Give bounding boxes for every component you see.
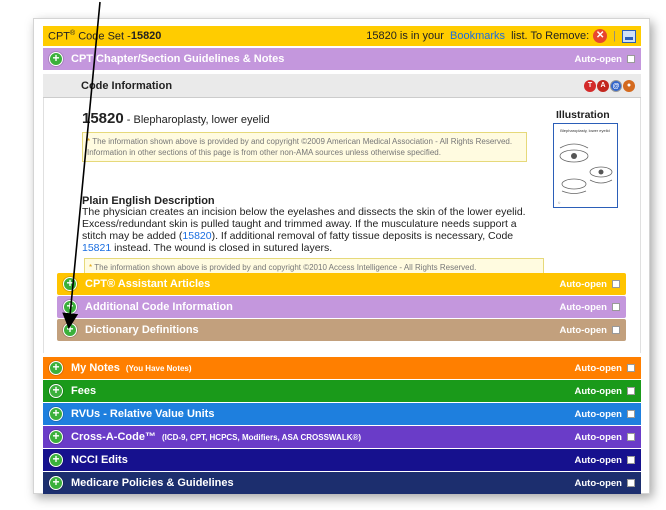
section-additional-code-info[interactable]: + Additional Code Information Auto-open: [57, 296, 626, 318]
globe-icon[interactable]: @: [610, 79, 622, 92]
expand-icon[interactable]: +: [49, 430, 63, 444]
auto-open-checkbox[interactable]: [627, 433, 635, 441]
auto-open-toggle[interactable]: Auto-open: [575, 363, 635, 374]
section-label: NCCI Edits: [71, 454, 128, 466]
bookmarks-link[interactable]: Bookmarks: [450, 30, 505, 42]
section-label: Medicare Policies & Guidelines: [71, 477, 234, 489]
expand-icon[interactable]: +: [49, 453, 63, 467]
section-ncci-edits[interactable]: + NCCI Edits Auto-open: [43, 449, 641, 471]
code-set-label: CPT® Code Set -: [48, 29, 131, 43]
print-icon[interactable]: [622, 29, 636, 43]
auto-open-checkbox[interactable]: [627, 456, 635, 464]
ama-copyright-note: * The information shown above is provide…: [82, 132, 527, 162]
section-label: CPT® Assistant Articles: [85, 278, 211, 290]
code-title: 15820 - Blepharoplasty, lower eyelid: [82, 110, 270, 127]
section-medicare-policies[interactable]: + Medicare Policies & Guidelines Auto-op…: [43, 472, 641, 494]
section-label: Dictionary Definitions: [85, 324, 199, 336]
expand-icon[interactable]: +: [49, 407, 63, 421]
illustration-title: Illustration: [556, 109, 610, 121]
section-label: Fees: [71, 385, 97, 397]
auto-open-toggle[interactable]: Auto-open: [575, 455, 635, 466]
remove-bookmark-icon[interactable]: ✕: [593, 29, 608, 43]
auto-open-toggle[interactable]: Auto-open: [575, 54, 635, 65]
section-label: Code Information: [81, 79, 173, 92]
section-guidelines[interactable]: + CPT Chapter/Section Guidelines & Notes…: [43, 48, 641, 70]
auto-open-toggle[interactable]: Auto-open: [575, 432, 635, 443]
expand-icon[interactable]: +: [49, 361, 63, 375]
a-icon[interactable]: A: [597, 79, 609, 92]
section-label: My Notes (You Have Notes): [71, 362, 192, 374]
auto-open-toggle[interactable]: Auto-open: [560, 279, 620, 290]
code-link-15821[interactable]: 15821: [82, 242, 111, 254]
auto-open-toggle[interactable]: Auto-open: [575, 409, 635, 420]
illustration-caption: Blepharoplasty, lower eyelid: [560, 128, 610, 133]
section-cpt-assistant[interactable]: + CPT® Assistant Articles Auto-open: [57, 273, 626, 295]
code-info-icons: T A @ ●: [584, 79, 635, 92]
auto-open-checkbox[interactable]: [627, 55, 635, 63]
auto-open-toggle[interactable]: Auto-open: [560, 302, 620, 313]
section-label: CPT Chapter/Section Guidelines & Notes: [71, 53, 285, 65]
auto-open-checkbox[interactable]: [627, 364, 635, 372]
illustration-image[interactable]: Blepharoplasty, lower eyelid ©: [553, 123, 618, 208]
expand-icon[interactable]: +: [63, 323, 77, 337]
section-dictionary-definitions[interactable]: + Dictionary Definitions Auto-open: [57, 319, 626, 341]
section-fees[interactable]: + Fees Auto-open: [43, 380, 641, 402]
t-icon[interactable]: T: [584, 79, 596, 92]
plain-english-description: The physician creates an incision below …: [82, 206, 526, 254]
expand-icon[interactable]: +: [49, 384, 63, 398]
auto-open-checkbox[interactable]: [627, 479, 635, 487]
section-label: RVUs - Relative Value Units: [71, 408, 215, 420]
bookmark-status: 15820 is in your Bookmarks list. To Remo…: [366, 30, 590, 42]
section-my-notes[interactable]: + My Notes (You Have Notes) Auto-open: [43, 357, 641, 379]
expand-icon[interactable]: +: [63, 277, 77, 291]
expand-icon[interactable]: +: [49, 52, 63, 66]
code-link-15820[interactable]: 15820: [182, 230, 211, 242]
section-rvus[interactable]: + RVUs - Relative Value Units Auto-open: [43, 403, 641, 425]
auto-open-checkbox[interactable]: [612, 280, 620, 288]
auto-open-checkbox[interactable]: [612, 326, 620, 334]
auto-open-checkbox[interactable]: [627, 410, 635, 418]
auto-open-checkbox[interactable]: [627, 387, 635, 395]
section-code-information[interactable]: Code Information T A @ ●: [43, 74, 641, 98]
auto-open-toggle[interactable]: Auto-open: [560, 325, 620, 336]
expand-icon[interactable]: +: [63, 300, 77, 314]
svg-text:©: ©: [558, 201, 561, 205]
auto-open-toggle[interactable]: Auto-open: [575, 386, 635, 397]
expand-icon[interactable]: +: [49, 476, 63, 490]
color-wheel-icon[interactable]: ●: [623, 79, 635, 92]
section-label: Cross-A-Code™ (ICD-9, CPT, HCPCS, Modifie…: [71, 431, 362, 443]
header-code: 15820: [130, 30, 162, 42]
section-label: Additional Code Information: [85, 301, 233, 313]
code-panel: CPT® Code Set - 15820 15820 is in your B…: [33, 18, 650, 494]
auto-open-checkbox[interactable]: [612, 303, 620, 311]
auto-open-toggle[interactable]: Auto-open: [575, 478, 635, 489]
code-set-header: CPT® Code Set - 15820 15820 is in your B…: [43, 26, 641, 46]
section-cross-a-code[interactable]: + Cross-A-Code™ (ICD-9, CPT, HCPCS, Modif…: [43, 426, 641, 448]
